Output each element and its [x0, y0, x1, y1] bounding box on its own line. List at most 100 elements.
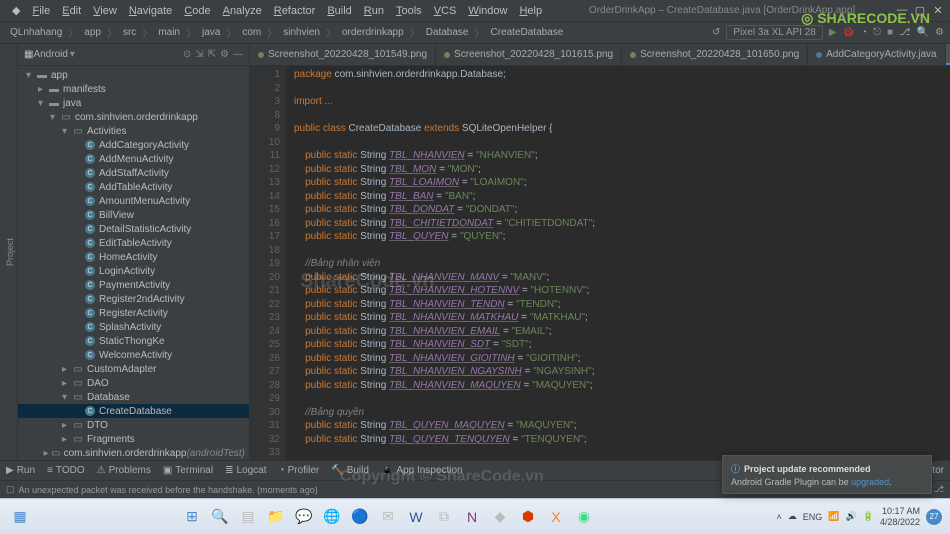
menu-help[interactable]: Help: [513, 3, 548, 19]
menu-window[interactable]: Window: [462, 3, 513, 19]
expand-all-icon[interactable]: ⇲: [195, 49, 203, 60]
tool-terminal[interactable]: ▣ Terminal: [163, 465, 213, 476]
volume-icon[interactable]: 🔊: [846, 511, 857, 522]
menu-file[interactable]: File: [26, 3, 56, 19]
crumb-6[interactable]: sinhvien: [279, 26, 324, 39]
menu-edit[interactable]: Edit: [56, 3, 87, 19]
tree-item[interactable]: C Register2ndActivity: [18, 292, 249, 306]
crumb-1[interactable]: app: [80, 26, 105, 39]
tree-item[interactable]: ▸ ▭ DAO: [18, 376, 249, 390]
menu-build[interactable]: Build: [321, 3, 357, 19]
app-icon[interactable]: ◆: [488, 505, 512, 529]
hide-icon[interactable]: —: [233, 49, 243, 60]
editor-tab[interactable]: AddCategoryActivity.java: [808, 44, 945, 65]
left-tool-stripe[interactable]: Project Resource Manager Structure Favor…: [0, 44, 18, 460]
office-icon[interactable]: ⬢: [516, 505, 540, 529]
crumb-3[interactable]: main: [154, 26, 184, 39]
widgets-icon[interactable]: ▦: [8, 505, 32, 529]
tree-item[interactable]: C PaymentActivity: [18, 278, 249, 292]
tree-item[interactable]: C AddCategoryActivity: [18, 138, 249, 152]
tree-item[interactable]: ▾ ▭ com.sinhvien.orderdrinkapp: [18, 110, 249, 124]
close-button[interactable]: ✕: [932, 4, 944, 17]
mail-icon[interactable]: ✉: [376, 505, 400, 529]
tree-item[interactable]: ▸ ▭ CustomAdapter: [18, 362, 249, 376]
settings-icon[interactable]: ⚙: [935, 27, 944, 38]
editor-tab[interactable]: Screenshot_20220428_101549.png: [250, 44, 436, 65]
tree-item[interactable]: C CreateDatabase: [18, 404, 249, 418]
clock[interactable]: 10:17 AM 4/28/2022: [880, 506, 920, 528]
tree-item[interactable]: ▾ ▬ app: [18, 68, 249, 82]
search-icon[interactable]: 🔍: [917, 27, 929, 38]
menu-refactor[interactable]: Refactor: [268, 3, 322, 19]
crumb-9[interactable]: CreateDatabase: [487, 26, 568, 39]
crumb-7[interactable]: orderdrinkapp: [338, 26, 408, 39]
tree-item[interactable]: C LoginActivity: [18, 264, 249, 278]
menu-tools[interactable]: Tools: [390, 3, 428, 19]
tool-logcat[interactable]: ≣ Logcat: [225, 465, 266, 476]
project-view-selector[interactable]: Android: [33, 49, 67, 60]
dropbox-icon[interactable]: ⧉: [432, 505, 456, 529]
menu-analyze[interactable]: Analyze: [217, 3, 268, 19]
tool-problems[interactable]: ⚠ Problems: [97, 465, 151, 476]
language-icon[interactable]: ENG: [803, 512, 823, 522]
tree-item[interactable]: C HomeActivity: [18, 250, 249, 264]
status-icon[interactable]: ▢: [6, 484, 15, 495]
collapse-all-icon[interactable]: ⇱: [208, 49, 216, 60]
breadcrumb[interactable]: QLnhahang〉app〉src〉main〉java〉com〉sinhvien…: [6, 25, 567, 40]
tree-item[interactable]: C AddTableActivity: [18, 180, 249, 194]
tool-todo[interactable]: ≡ TODO: [47, 465, 85, 476]
tree-item[interactable]: ▸ ▭ com.sinhvien.orderdrinkapp (androidT…: [18, 446, 249, 460]
crumb-5[interactable]: com: [238, 26, 265, 39]
tool-run[interactable]: ▶ Run: [6, 465, 35, 476]
tree-item[interactable]: ▾ ▭ Activities: [18, 124, 249, 138]
chat-icon[interactable]: 💬: [292, 505, 316, 529]
onenote-icon[interactable]: N: [460, 505, 484, 529]
xampp-icon[interactable]: X: [544, 505, 568, 529]
crumb-4[interactable]: java: [198, 26, 224, 39]
tree-item[interactable]: C WelcomeActivity: [18, 348, 249, 362]
explorer-icon[interactable]: 📁: [264, 505, 288, 529]
profile-icon[interactable]: ◔: [861, 27, 867, 38]
tree-item[interactable]: C StaticThongKe: [18, 334, 249, 348]
sync-icon[interactable]: ↺: [712, 27, 720, 38]
word-icon[interactable]: W: [404, 505, 428, 529]
edge-icon[interactable]: 🌐: [320, 505, 344, 529]
crumb-2[interactable]: src: [119, 26, 140, 39]
tree-item[interactable]: C RegisterActivity: [18, 306, 249, 320]
tree-item[interactable]: C EditTableActivity: [18, 236, 249, 250]
tree-item[interactable]: C SplashActivity: [18, 320, 249, 334]
status-cell[interactable]: ⎇: [934, 484, 944, 495]
tool-profiler[interactable]: ◔ Profiler: [279, 465, 320, 476]
tree-item[interactable]: ▸ ▬ manifests: [18, 82, 249, 96]
tool-app inspection[interactable]: 📱 App Inspection: [381, 465, 463, 476]
tree-item[interactable]: ▾ ▬ java: [18, 96, 249, 110]
tray-chevron-icon[interactable]: ˄: [777, 512, 782, 522]
menu-code[interactable]: Code: [178, 3, 216, 19]
editor-gutter[interactable]: 1238910111213141516171819202122232425262…: [250, 66, 286, 460]
crumb-8[interactable]: Database: [422, 26, 473, 39]
battery-icon[interactable]: 🔋: [863, 511, 874, 522]
tree-item[interactable]: C AmountMenuActivity: [18, 194, 249, 208]
menu-navigate[interactable]: Navigate: [123, 3, 178, 19]
task-view-icon[interactable]: ▤: [236, 505, 260, 529]
editor-tab[interactable]: CreateDatabase.java ×: [946, 44, 950, 65]
notification-popup[interactable]: ⓘProject update recommended Android Grad…: [722, 455, 932, 494]
editor-tab[interactable]: Screenshot_20220428_101615.png: [436, 44, 622, 65]
select-opened-file-icon[interactable]: ⊙: [183, 49, 191, 60]
crumb-0[interactable]: QLnhahang: [6, 26, 66, 39]
debug-icon[interactable]: 🐞: [843, 27, 855, 38]
stop-icon[interactable]: ■: [887, 27, 893, 38]
tree-item[interactable]: ▾ ▭ Database: [18, 390, 249, 404]
tree-item[interactable]: C AddStaffActivity: [18, 166, 249, 180]
tree-item[interactable]: C BillView: [18, 208, 249, 222]
settings-icon[interactable]: ⚙: [220, 49, 229, 60]
wifi-icon[interactable]: 📶: [828, 511, 839, 522]
tree-item[interactable]: ▸ ▭ Fragments: [18, 432, 249, 446]
run-icon[interactable]: ▶: [829, 27, 837, 38]
menu-vcs[interactable]: VCS: [428, 3, 463, 19]
chrome-icon[interactable]: 🔵: [348, 505, 372, 529]
attach-icon[interactable]: ⎋: [873, 27, 881, 38]
windows-taskbar[interactable]: ▦ ⊞ 🔍 ▤ 📁 💬 🌐 🔵 ✉ W ⧉ N ◆ ⬢ X ◉ ˄ ☁ ENG …: [0, 498, 950, 534]
menu-run[interactable]: Run: [358, 3, 390, 19]
android-studio-icon[interactable]: ◉: [572, 505, 596, 529]
